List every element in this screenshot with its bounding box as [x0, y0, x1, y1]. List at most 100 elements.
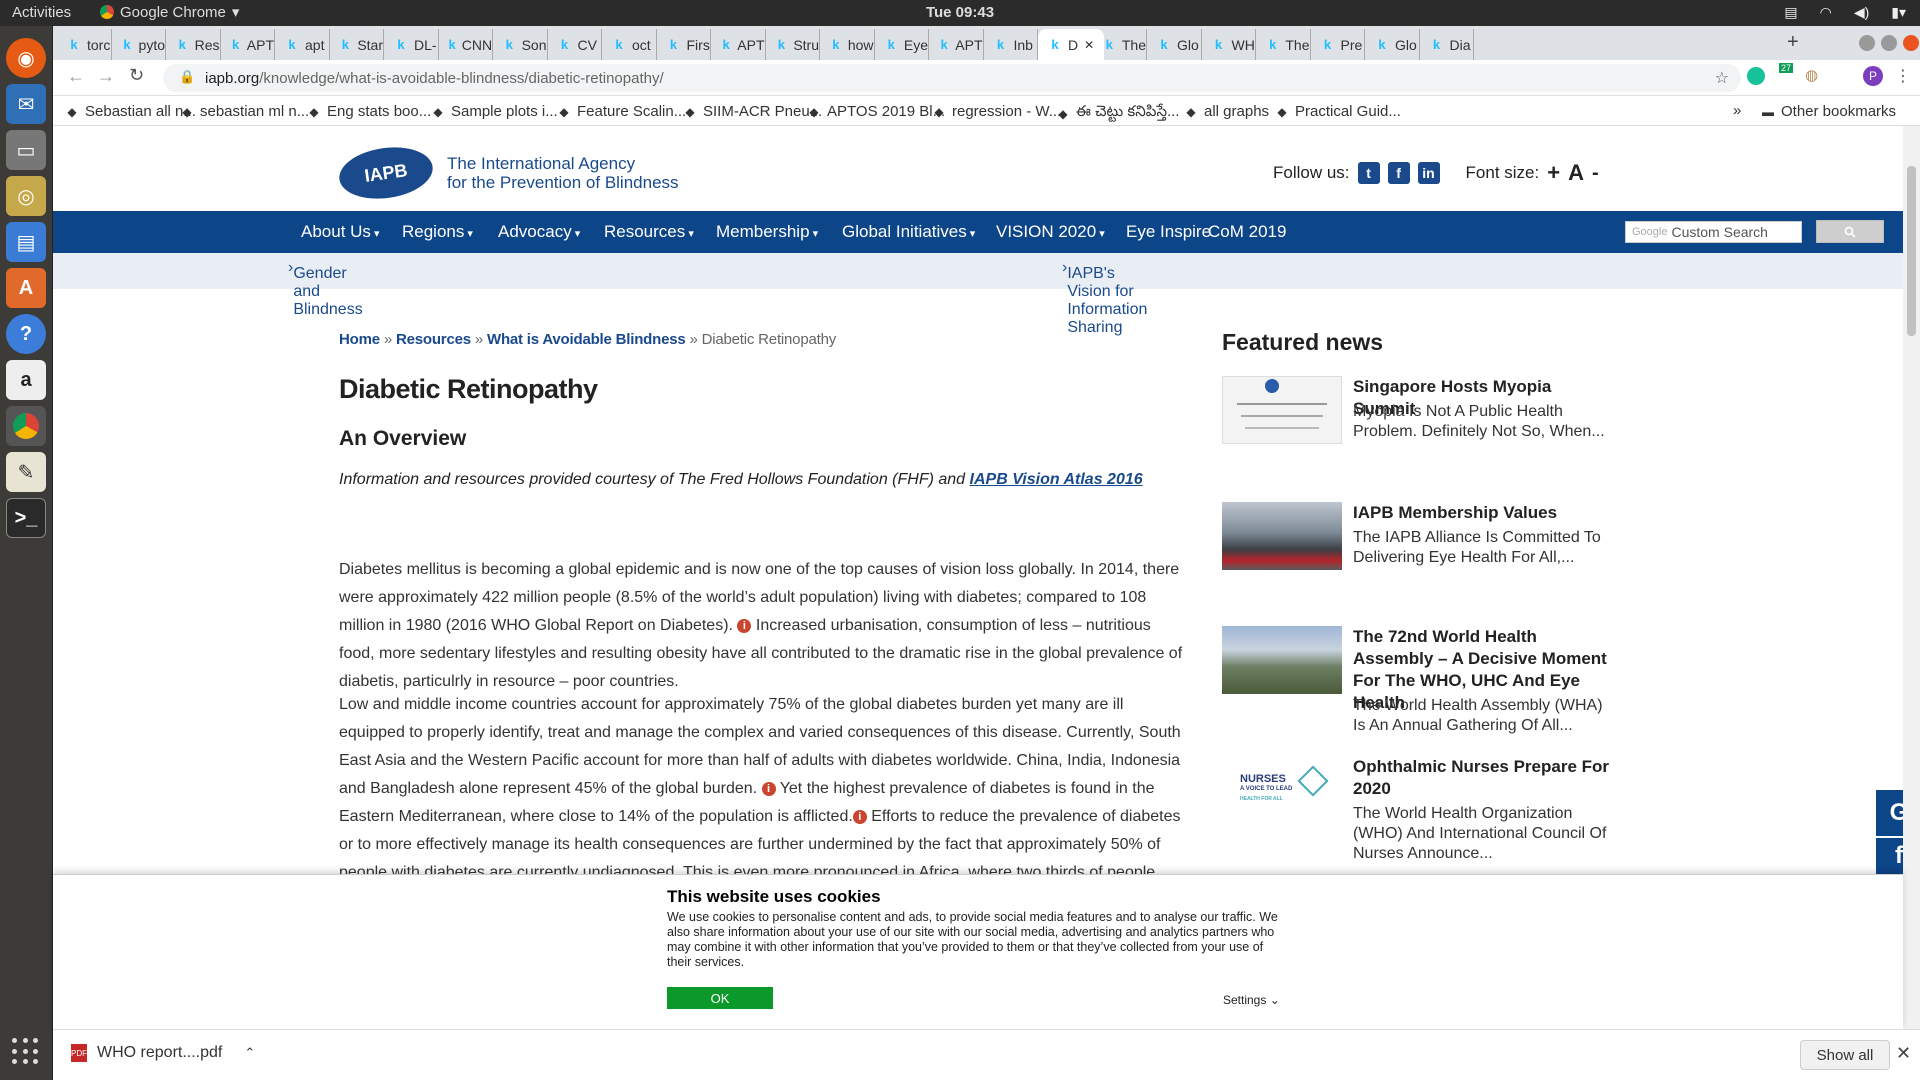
- clock[interactable]: Tue 09:43: [0, 4, 1920, 21]
- browser-tab[interactable]: k Firs: [657, 29, 711, 60]
- show-all-downloads-button[interactable]: Show all: [1800, 1040, 1890, 1070]
- browser-tab[interactable]: k APT: [929, 29, 984, 60]
- news-title[interactable]: Ophthalmic Nurses Prepare For 2020: [1353, 756, 1613, 800]
- font-decrease-button[interactable]: -: [1592, 162, 1599, 185]
- bookmark-item[interactable]: ◆ SIIM-ACR Pneu...: [683, 103, 822, 120]
- bookmark-item[interactable]: ◆ Sample plots i...: [431, 103, 557, 120]
- browser-tab[interactable]: k Glo: [1365, 29, 1420, 60]
- terminal-icon[interactable]: >_: [6, 498, 46, 538]
- bookmark-item[interactable]: ◆ sebastian ml n...: [180, 103, 309, 120]
- new-tab-button[interactable]: +: [1787, 31, 1799, 54]
- writer-icon[interactable]: ▤: [6, 222, 46, 262]
- submenu-link-gender[interactable]: › Gender and Blindness: [288, 259, 363, 318]
- bookmarks-overflow-button[interactable]: »: [1733, 102, 1741, 119]
- show-apps-icon[interactable]: [12, 1038, 40, 1066]
- chevron-up-icon[interactable]: ⌃: [244, 1045, 255, 1061]
- calendar-extension-icon[interactable]: 27: [1779, 63, 1794, 73]
- cookie-settings-button[interactable]: Settings ⌄: [1223, 993, 1280, 1007]
- minimize-button[interactable]: [1859, 35, 1875, 51]
- info-icon[interactable]: i: [737, 619, 752, 633]
- browser-tab[interactable]: k oct: [602, 29, 657, 60]
- browser-tab[interactable]: k APT: [221, 29, 275, 60]
- browser-tab[interactable]: k Star: [330, 29, 384, 60]
- news-thumbnail[interactable]: NURSES A VOICE TO LEAD HEALTH FOR ALL: [1222, 756, 1342, 824]
- news-thumbnail[interactable]: [1222, 376, 1342, 444]
- wifi-icon[interactable]: ◠: [1820, 4, 1832, 21]
- browser-tab[interactable]: k The: [1093, 29, 1147, 60]
- share-facebook-button[interactable]: f: [1876, 838, 1903, 874]
- bookmark-item[interactable]: ◆ Practical Guid...: [1275, 103, 1401, 120]
- news-thumbnail[interactable]: [1222, 502, 1342, 570]
- bookmark-item[interactable]: ◆ Feature Scalin...: [557, 103, 686, 120]
- browser-tab[interactable]: k Res: [166, 29, 221, 60]
- browser-tab[interactable]: k The: [1256, 29, 1311, 60]
- nav-item[interactable]: Global Initiatives ▾: [842, 222, 975, 242]
- breadcrumb-avoidable-blindness[interactable]: What is Avoidable Blindness: [487, 331, 686, 348]
- grammarly-icon[interactable]: [1747, 67, 1765, 85]
- software-center-icon[interactable]: A: [6, 268, 46, 308]
- amazon-icon[interactable]: a: [6, 360, 46, 400]
- maximize-button[interactable]: [1881, 35, 1897, 51]
- breadcrumb-resources[interactable]: Resources: [396, 331, 471, 348]
- nav-item[interactable]: Resources ▾: [604, 222, 694, 242]
- info-icon[interactable]: i: [761, 782, 776, 796]
- address-bar[interactable]: 🔒 iapb.org/knowledge/what-is-avoidable-b…: [163, 64, 1741, 92]
- bookmark-item[interactable]: ◆ all graphs: [1184, 103, 1269, 120]
- browser-tab[interactable]: k CNN: [439, 29, 493, 60]
- browser-tab[interactable]: k DL-: [384, 29, 439, 60]
- back-button[interactable]: ←: [67, 66, 85, 87]
- search-input[interactable]: Google Custom Search: [1625, 221, 1802, 243]
- other-bookmarks[interactable]: ▬ Other bookmarks: [1761, 103, 1896, 120]
- volume-icon[interactable]: ◀): [1854, 4, 1869, 21]
- submenu-link-vision-sharing[interactable]: › IAPB's Vision for Information Sharing: [1062, 259, 1147, 336]
- nav-item[interactable]: Eye Inspire: [1126, 222, 1211, 242]
- nav-item[interactable]: Regions ▾: [402, 222, 473, 242]
- download-item[interactable]: PDF WHO report....pdf ⌃: [71, 1044, 255, 1062]
- chrome-dock-icon[interactable]: [6, 406, 46, 446]
- bookmark-star-icon[interactable]: ☆: [1715, 68, 1729, 88]
- font-increase-button[interactable]: +: [1547, 160, 1560, 186]
- bookmark-item[interactable]: ◆ regression - W...: [932, 103, 1061, 120]
- scrollbar-thumb[interactable]: [1907, 166, 1916, 336]
- lock-icon[interactable]: 🔒: [179, 69, 195, 85]
- bookmark-item[interactable]: ◆ ఈ చెట్టు కనిపిస్తే...: [1056, 103, 1179, 124]
- page-scrollbar[interactable]: [1903, 126, 1920, 1029]
- profile-avatar[interactable]: P: [1863, 66, 1883, 86]
- browser-tab[interactable]: k Eye: [875, 29, 929, 60]
- browser-tab[interactable]: k WH: [1202, 29, 1256, 60]
- close-downloads-icon[interactable]: ✕: [1896, 1043, 1911, 1064]
- breadcrumb-home[interactable]: Home: [339, 331, 380, 348]
- news-title[interactable]: IAPB Membership Values: [1353, 502, 1613, 524]
- nav-item[interactable]: About Us ▾: [301, 222, 380, 242]
- twitter-icon[interactable]: t: [1357, 162, 1380, 184]
- bookmark-item[interactable]: ◆ Eng stats boo...: [307, 103, 431, 120]
- reload-button[interactable]: ↻: [129, 65, 144, 86]
- close-window-button[interactable]: [1903, 35, 1919, 51]
- browser-tab[interactable]: k Inb: [984, 29, 1038, 60]
- nav-item[interactable]: Advocacy ▾: [498, 222, 580, 242]
- menu-icon[interactable]: ⋮: [1895, 66, 1911, 86]
- nav-item[interactable]: Membership ▾: [716, 222, 818, 242]
- system-tray[interactable]: ▤ ◠ ◀) ▮▾: [1784, 4, 1906, 21]
- bookmark-item[interactable]: ◆ APTOS 2019 Bl...: [807, 103, 945, 120]
- text-editor-icon[interactable]: ✎: [6, 452, 46, 492]
- search-button[interactable]: [1816, 220, 1884, 243]
- files-icon[interactable]: ▭: [6, 130, 46, 170]
- linkedin-icon[interactable]: in: [1417, 162, 1440, 184]
- thunderbird-icon[interactable]: ✉: [6, 84, 46, 124]
- browser-tab[interactable]: k CV: [548, 29, 602, 60]
- battery-icon[interactable]: ▮▾: [1891, 4, 1906, 21]
- help-icon[interactable]: ?: [6, 314, 46, 354]
- firefox-icon[interactable]: ◉: [6, 38, 46, 78]
- keyboard-icon[interactable]: ▤: [1784, 4, 1797, 21]
- nav-item[interactable]: VISION 2020 ▾: [996, 222, 1105, 242]
- share-google-button[interactable]: G: [1876, 790, 1903, 836]
- cookie-extension-icon[interactable]: ◍: [1805, 66, 1818, 84]
- news-thumbnail[interactable]: [1222, 626, 1342, 694]
- browser-tab[interactable]: k Glo: [1147, 29, 1202, 60]
- bookmark-item[interactable]: ◆ Sebastian all n...: [65, 103, 196, 120]
- info-icon[interactable]: i: [852, 810, 867, 824]
- browser-tab[interactable]: k APT: [711, 29, 766, 60]
- browser-tab[interactable]: k Pre: [1311, 29, 1365, 60]
- browser-tab[interactable]: k Dia: [1420, 29, 1474, 60]
